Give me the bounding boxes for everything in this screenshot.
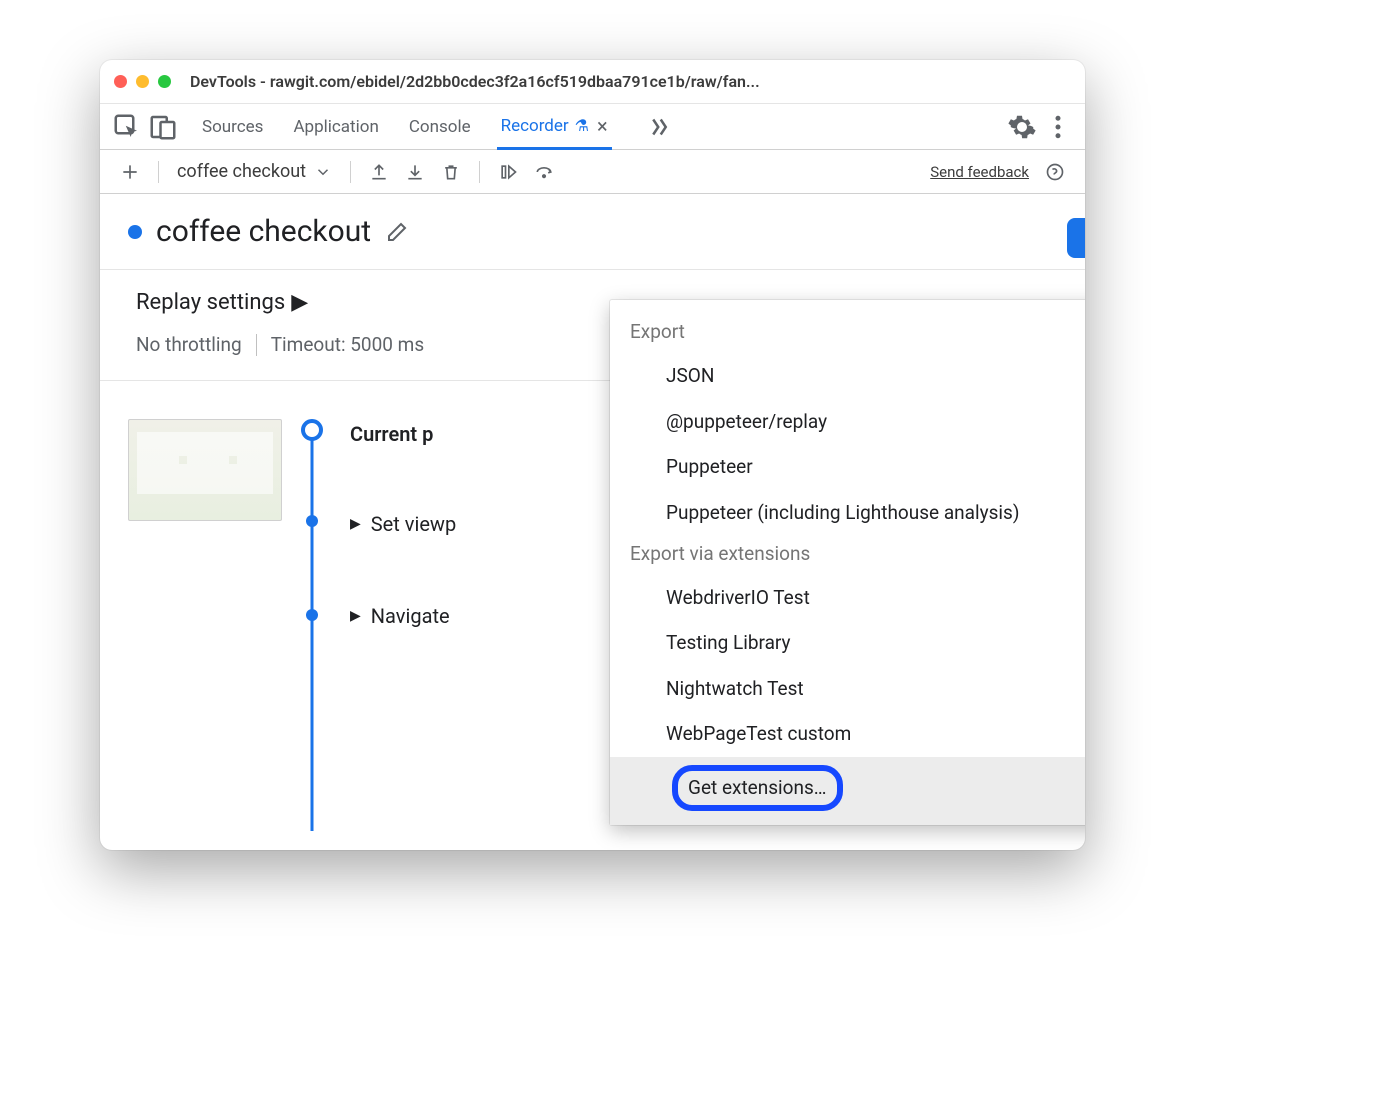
export-extensions-header: Export via extensions <box>610 536 1085 575</box>
settings-icon[interactable] <box>1007 112 1037 142</box>
tab-console[interactable]: Console <box>405 104 475 149</box>
import-icon[interactable] <box>399 156 431 188</box>
tab-sources[interactable]: Sources <box>198 104 267 149</box>
get-extensions-label: Get extensions… <box>688 776 827 799</box>
caret-right-icon: ▶ <box>291 290 308 315</box>
close-tab-icon[interactable]: × <box>597 114 608 138</box>
recording-name: coffee checkout <box>177 161 306 182</box>
export-webdriverio[interactable]: WebdriverIO Test <box>610 575 1085 621</box>
export-puppeteer[interactable]: Puppeteer <box>610 444 1085 490</box>
recording-title: coffee checkout <box>156 214 371 249</box>
tab-label: Recorder <box>501 116 569 136</box>
get-extensions-highlight: Get extensions… <box>672 765 843 811</box>
panel-tabs: Sources Application Console Recorder ⚗ × <box>198 104 672 149</box>
record-dot-icon <box>128 225 142 239</box>
export-section-header: Export <box>610 314 1085 353</box>
maximize-window[interactable] <box>158 75 171 88</box>
export-puppeteer-replay[interactable]: @puppeteer/replay <box>610 399 1085 445</box>
step-label: Set viewp <box>371 512 456 536</box>
close-window[interactable] <box>114 75 127 88</box>
timeline-track <box>300 419 324 631</box>
export-icon[interactable] <box>363 156 395 188</box>
export-json[interactable]: JSON <box>610 353 1085 399</box>
export-testing-library[interactable]: Testing Library <box>610 620 1085 666</box>
more-options-icon[interactable] <box>1043 112 1073 142</box>
titlebar: DevTools - rawgit.com/ebidel/2d2bb0cdec3… <box>100 60 1085 104</box>
action-button[interactable] <box>1067 218 1085 258</box>
experiment-icon: ⚗ <box>575 116 589 135</box>
play-icon[interactable] <box>492 156 524 188</box>
window-title: DevTools - rawgit.com/ebidel/2d2bb0cdec3… <box>190 72 1071 91</box>
export-nightwatch[interactable]: Nightwatch Test <box>610 666 1085 712</box>
add-recording-icon[interactable] <box>114 156 146 188</box>
device-toolbar-icon[interactable] <box>148 112 178 142</box>
timeline-marker-current <box>301 419 323 441</box>
step-label: Current p <box>350 422 433 446</box>
export-menu: Export JSON @puppeteer/replay Puppeteer … <box>610 300 1085 825</box>
export-webpagetest[interactable]: WebPageTest custom <box>610 711 1085 757</box>
step-label: Navigate <box>371 604 450 628</box>
devtools-window: DevTools - rawgit.com/ebidel/2d2bb0cdec3… <box>100 60 1085 850</box>
export-puppeteer-lighthouse[interactable]: Puppeteer (including Lighthouse analysis… <box>610 490 1085 536</box>
chevron-down-icon <box>314 163 332 181</box>
tab-label: Sources <box>202 117 263 137</box>
tab-recorder[interactable]: Recorder ⚗ × <box>497 105 612 150</box>
caret-right-icon: ▶ <box>350 516 361 532</box>
replay-settings-label: Replay settings <box>136 290 285 315</box>
minimize-window[interactable] <box>136 75 149 88</box>
help-icon[interactable] <box>1039 156 1071 188</box>
page-thumbnail <box>128 419 282 521</box>
tab-label: Application <box>293 117 378 137</box>
timeline-marker <box>306 609 318 621</box>
step-over-icon[interactable] <box>528 156 560 188</box>
divider <box>256 334 257 356</box>
divider <box>350 161 351 183</box>
recorder-toolbar: coffee checkout Send feedback <box>100 150 1085 194</box>
get-extensions-item[interactable]: Get extensions… <box>610 757 1085 825</box>
throttling-value[interactable]: No throttling <box>136 333 242 356</box>
edit-icon[interactable] <box>385 220 409 244</box>
divider <box>158 161 159 183</box>
recording-picker[interactable]: coffee checkout <box>171 161 338 182</box>
more-tabs-icon[interactable] <box>642 112 672 142</box>
recording-header: coffee checkout <box>100 194 1085 270</box>
tab-label: Console <box>409 117 471 137</box>
inspect-element-icon[interactable] <box>112 112 142 142</box>
tab-application[interactable]: Application <box>289 104 382 149</box>
tabs-bar: Sources Application Console Recorder ⚗ × <box>100 104 1085 150</box>
caret-right-icon: ▶ <box>350 608 361 624</box>
timeout-value[interactable]: Timeout: 5000 ms <box>271 333 424 356</box>
traffic-lights <box>114 75 171 88</box>
divider <box>479 161 480 183</box>
send-feedback-link[interactable]: Send feedback <box>930 163 1029 181</box>
timeline-line <box>311 429 314 831</box>
timeline-marker <box>306 515 318 527</box>
delete-icon[interactable] <box>435 156 467 188</box>
